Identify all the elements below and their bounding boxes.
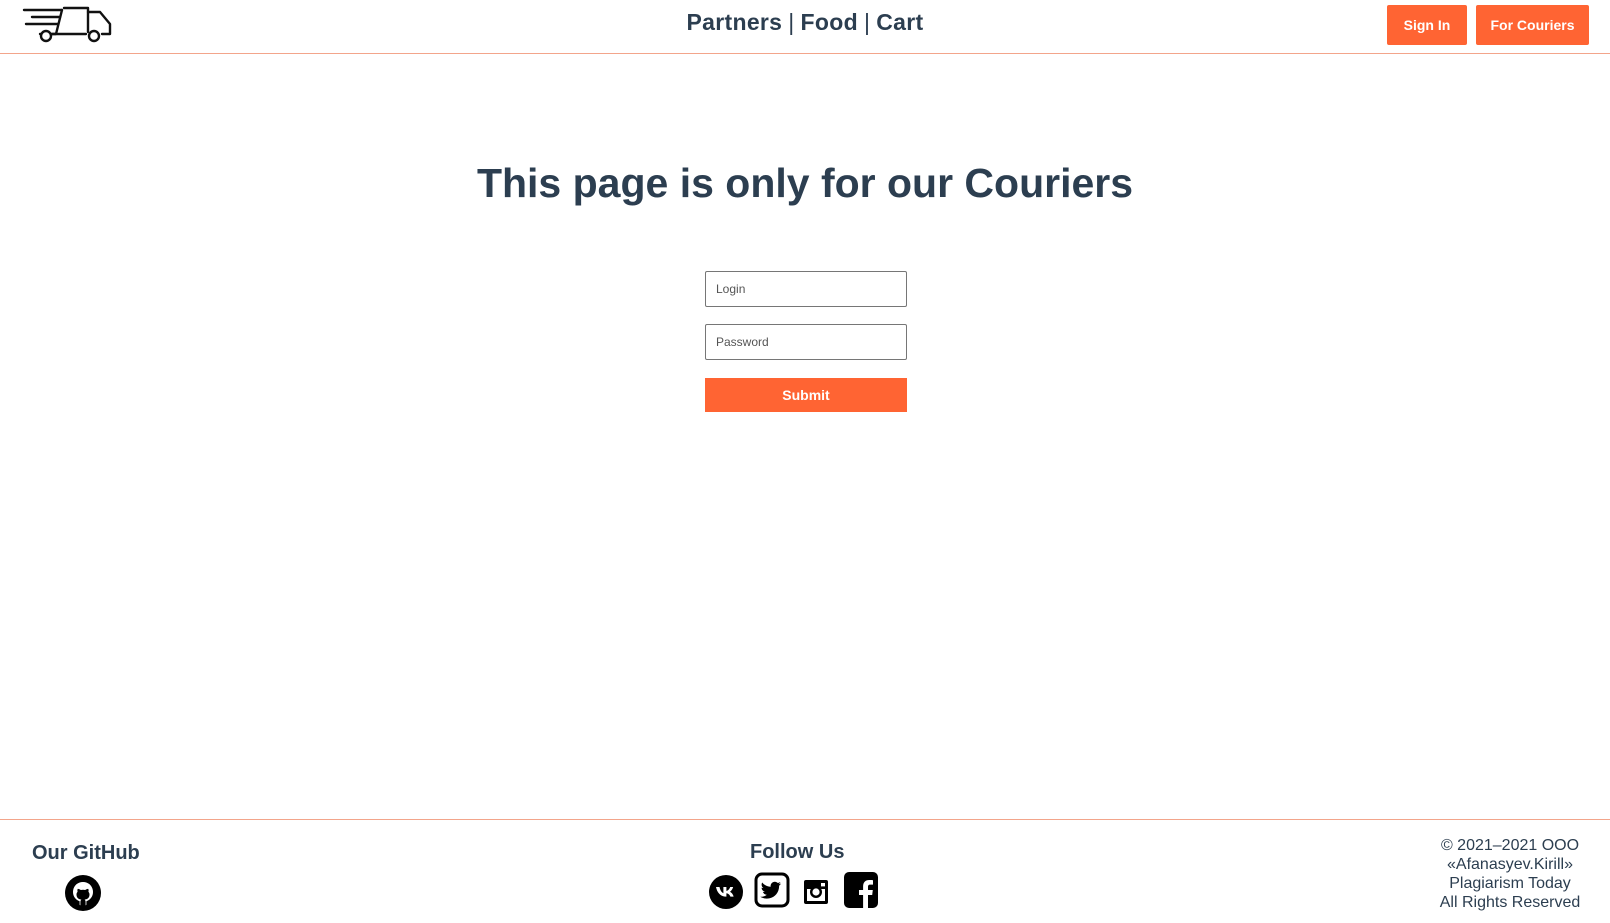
copyright-line: Plagiarism Today xyxy=(1449,875,1571,892)
follow-us-title: Follow Us xyxy=(750,841,845,863)
nav-separator: | xyxy=(863,9,871,35)
password-input[interactable] xyxy=(705,324,907,360)
github-title: Our GitHub xyxy=(32,842,140,864)
copyright-line: © 2021–2021 OOO xyxy=(1440,837,1580,854)
instagram-icon[interactable] xyxy=(800,876,832,908)
submit-button[interactable]: Submit xyxy=(705,378,907,412)
page-title: This page is only for our Couriers xyxy=(476,160,1134,206)
nav-partners-link[interactable]: Partners xyxy=(687,9,783,35)
site-footer: Our GitHub Follow Us © 2021–2021 OOO «Af… xyxy=(0,819,1610,923)
nav-cart-link[interactable]: Cart xyxy=(876,9,923,35)
main-nav: Partners | Food | Cart xyxy=(0,9,1610,36)
copyright-line: All Rights Reserved xyxy=(1439,894,1581,911)
vk-icon[interactable] xyxy=(709,875,743,909)
twitter-icon[interactable] xyxy=(754,872,790,908)
site-header: Partners | Food | Cart Sign In For Couriers xyxy=(0,0,1610,54)
sign-in-button[interactable]: Sign In xyxy=(1387,5,1467,45)
copyright-line: «Afanasyev.Kirill» xyxy=(1447,856,1573,873)
login-input[interactable] xyxy=(705,271,907,307)
nav-separator: | xyxy=(788,9,795,35)
nav-food-link[interactable]: Food xyxy=(801,9,858,35)
for-couriers-button[interactable]: For Couriers xyxy=(1476,5,1589,45)
github-icon[interactable] xyxy=(65,875,101,911)
copyright-text: © 2021–2021 OOO «Afanasyev.Kirill» Plagi… xyxy=(1430,836,1590,912)
facebook-icon[interactable] xyxy=(842,871,880,909)
